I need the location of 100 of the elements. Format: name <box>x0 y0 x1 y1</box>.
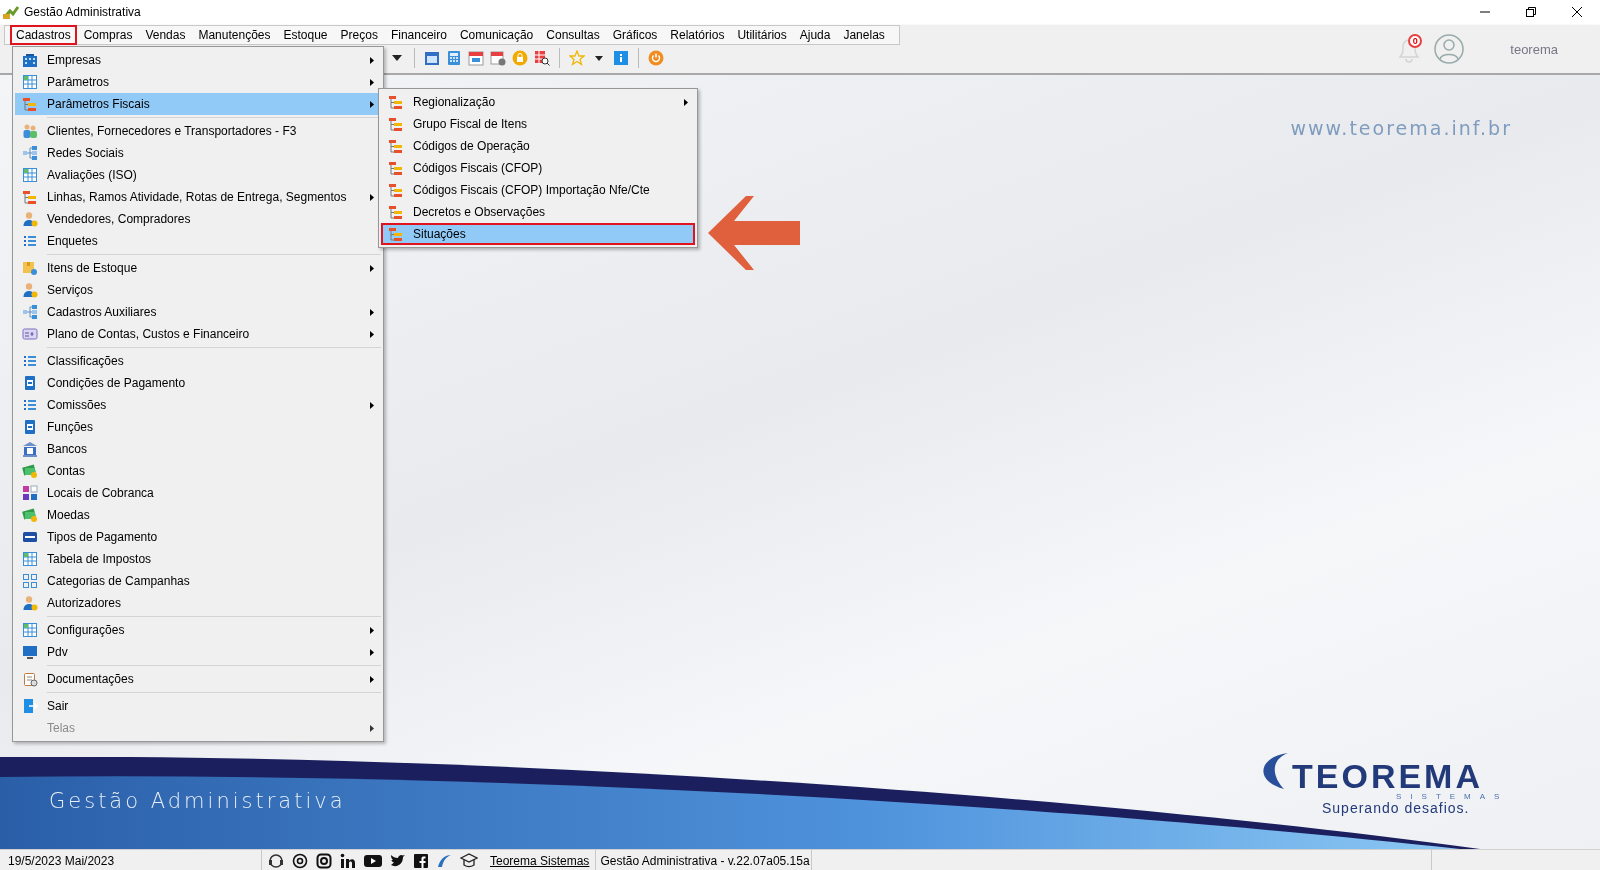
menu-item[interactable]: Plano de Contas, Custos e Financeiro <box>15 323 381 345</box>
info-icon[interactable] <box>614 51 628 65</box>
menu-item[interactable]: Serviços <box>15 279 381 301</box>
calendar-icon[interactable] <box>468 50 484 66</box>
hierarchy-icon <box>388 226 404 242</box>
table-icon <box>22 551 38 567</box>
menu-bar-item[interactable]: Utilitários <box>731 25 793 45</box>
menu-item[interactable]: Situações <box>381 223 695 245</box>
menu-item[interactable]: Bancos <box>15 438 381 460</box>
bird-icon[interactable] <box>390 853 406 868</box>
menu-item[interactable]: Comissões <box>15 394 381 416</box>
menu-item[interactable]: Clientes, Fornecedores e Transportadores - F3 <box>15 120 381 142</box>
monitor-icon <box>22 644 38 660</box>
menu-item[interactable]: Classificações <box>15 350 381 372</box>
menu-item[interactable]: Sair <box>15 695 381 717</box>
youtube-icon[interactable] <box>364 853 382 868</box>
table-icon <box>22 167 38 183</box>
menu-item[interactable]: Configurações <box>15 619 381 641</box>
menu-bar-item[interactable]: Relatórios <box>664 25 731 45</box>
menu-item[interactable]: Empresas <box>15 49 381 71</box>
submenu-arrow-icon <box>370 264 374 272</box>
submenu-arrow-icon <box>370 100 374 108</box>
at-sign-icon[interactable] <box>292 852 308 869</box>
menu-bar-item[interactable]: Comunicação <box>453 25 540 45</box>
submenu-arrow-icon <box>370 724 374 732</box>
menu-item[interactable]: Regionalização <box>381 91 695 113</box>
table-icon <box>22 622 38 638</box>
menu-bar-item[interactable]: Cadastros <box>10 25 77 45</box>
logo-subtitle: SISTEMAS <box>1396 792 1509 801</box>
restore-icon[interactable] <box>1525 6 1537 18</box>
submenu-arrow-icon <box>370 56 374 64</box>
menu-item[interactable]: Autorizadores <box>15 592 381 614</box>
grid-icon <box>22 573 38 589</box>
menu-bar-item[interactable]: Consultas <box>540 25 606 45</box>
menu-bar-item[interactable]: Janelas <box>837 25 891 45</box>
menu-item[interactable]: Funções <box>15 416 381 438</box>
window-title: Gestão Administrativa <box>24 5 141 19</box>
submenu-arrow-icon <box>370 401 374 409</box>
table-icon <box>22 74 38 90</box>
menu-bar-item[interactable]: Gráficos <box>606 25 664 45</box>
menu-item[interactable]: Cadastros Auxiliares <box>15 301 381 323</box>
menu-item[interactable]: Tabela de Impostos <box>15 548 381 570</box>
menu-item[interactable]: Códigos Fiscais (CFOP) Importação Nfe/Cte <box>381 179 695 201</box>
caret-down-icon[interactable] <box>595 55 603 61</box>
submenu-arrow-icon <box>370 626 374 634</box>
menu-bar-item[interactable]: Compras <box>77 25 139 45</box>
menu-bar-item[interactable]: Ajuda <box>793 25 837 45</box>
menu-item[interactable]: Linhas, Ramos Atividade, Rotas de Entrega, Segmentos <box>15 186 381 208</box>
submenu-arrow-icon <box>684 98 688 106</box>
instagram-icon[interactable] <box>316 852 332 869</box>
hierarchy-icon <box>22 96 38 112</box>
facebook-icon[interactable] <box>414 853 428 868</box>
calculator-icon[interactable] <box>446 50 462 66</box>
wing-icon[interactable] <box>436 852 452 869</box>
headset-icon[interactable] <box>268 852 284 869</box>
menu-item[interactable]: Pdv <box>15 641 381 663</box>
linkedin-icon[interactable] <box>340 852 356 869</box>
graduation-cap-icon[interactable] <box>460 852 478 869</box>
submenu-arrow-icon <box>370 330 374 338</box>
menu-item[interactable]: Parâmetros Fiscais <box>15 93 381 115</box>
card-icon <box>22 326 38 342</box>
document-icon <box>22 375 38 391</box>
menu-item[interactable]: Decretos e Observações <box>381 201 695 223</box>
building-icon <box>22 52 38 68</box>
calendar-icon[interactable] <box>424 50 440 66</box>
user-name: teorema <box>1510 41 1558 57</box>
menu-item[interactable]: Moedas <box>15 504 381 526</box>
menu-item[interactable]: Itens de Estoque <box>15 257 381 279</box>
hierarchy-icon <box>388 94 404 110</box>
logo-name: TEOREMA <box>1292 759 1483 793</box>
menu-item[interactable]: Códigos Fiscais (CFOP) <box>381 157 695 179</box>
menu-item[interactable]: Parâmetros <box>15 71 381 93</box>
date-text: 19/5/2023 Mai/2023 <box>8 853 115 868</box>
menu-bar-item[interactable]: Preços <box>334 25 384 45</box>
calendar-gear-icon[interactable] <box>490 50 506 66</box>
table-search-icon[interactable] <box>534 50 550 66</box>
banner-title: Gestão Administrativa <box>49 789 346 813</box>
caret-down-icon[interactable] <box>392 55 402 61</box>
menu-bar-item[interactable]: Estoque <box>277 25 334 45</box>
hierarchy-icon <box>22 189 38 205</box>
menu-item[interactable]: Códigos de Operação <box>381 135 695 157</box>
menu-item[interactable]: Grupo Fiscal de Itens <box>381 113 695 135</box>
menu-item[interactable]: Vendedores, Compradores <box>15 208 381 230</box>
menu-item[interactable]: Tipos de Pagamento <box>15 526 381 548</box>
menu-bar-item[interactable]: Financeiro <box>384 25 453 45</box>
menu-item[interactable]: Categorias de Campanhas <box>15 570 381 592</box>
close-icon[interactable] <box>1571 6 1583 18</box>
menu-item[interactable]: Locais de Cobranca <box>15 482 381 504</box>
menu-bar-item[interactable]: Manutenções <box>192 25 277 45</box>
menu-item[interactable]: Enquetes <box>15 230 381 252</box>
submenu-arrow-icon <box>370 193 374 201</box>
website-link[interactable]: Teorema Sistemas <box>490 853 590 868</box>
exit-icon <box>22 698 38 714</box>
menu-item[interactable]: Condições de Pagamento <box>15 372 381 394</box>
star-icon[interactable] <box>569 50 585 66</box>
menu-item[interactable]: Contas <box>15 460 381 482</box>
menu-item[interactable]: Documentações <box>15 668 381 690</box>
menu-item[interactable]: Avaliações (ISO) <box>15 164 381 186</box>
menu-bar-item[interactable]: Vendas <box>139 25 192 45</box>
menu-item[interactable]: Redes Sociais <box>15 142 381 164</box>
